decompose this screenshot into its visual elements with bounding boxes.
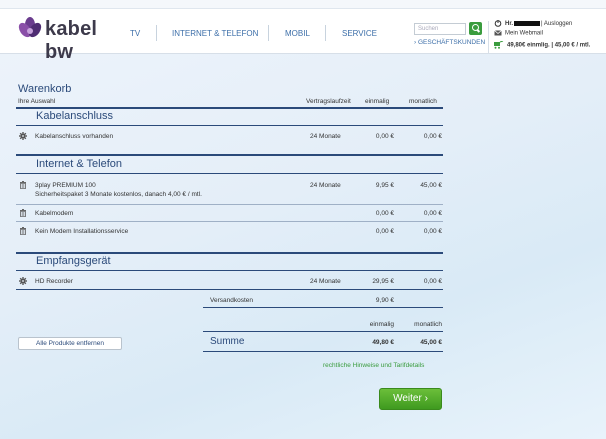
item-once: 0,00 € (375, 228, 394, 235)
logout-link[interactable]: | Ausloggen (541, 21, 572, 27)
item-name: Kabelanschluss vorhanden (35, 133, 114, 140)
top-strip (0, 0, 606, 9)
totals-monthly-header: monatlich (414, 321, 442, 328)
nav-mobil[interactable]: MOBIL (285, 29, 310, 38)
item-name: 3play PREMIUM 100 (35, 182, 96, 189)
item-name: HD Recorder (35, 278, 73, 285)
logout-icon (494, 20, 502, 27)
brand-logo[interactable]: kabel bw (18, 16, 128, 63)
legal-details-link[interactable]: rechtliche Hinweise und Tarifdetails (323, 362, 424, 369)
item-name: Kein Modem Installationsservice (35, 228, 129, 235)
section-bottom-rule (16, 289, 443, 290)
user-greeting-row: Hr. | Ausloggen (494, 20, 572, 27)
item-once: 9,95 € (375, 182, 394, 189)
next-button[interactable]: Weiter › (379, 388, 442, 410)
redacted-username (514, 21, 541, 26)
unitymedia-flower-icon (18, 17, 42, 38)
item-term: 24 Monate (310, 133, 341, 140)
webmail-row[interactable]: Mein Webmail (494, 30, 543, 37)
section-rule (16, 154, 443, 156)
section-underline (16, 125, 443, 126)
row-divider (16, 204, 443, 205)
totals-once-header: einmalig (369, 321, 394, 328)
trash-icon[interactable] (19, 209, 27, 217)
section-title-internet-telefon: Internet & Telefon (36, 158, 123, 170)
col-once-header: einmalig (365, 98, 390, 105)
col-monthly-header: monatlich (409, 98, 437, 105)
cart-subtitle: Ihre Auswahl (18, 98, 56, 105)
item-once: 0,00 € (375, 133, 394, 140)
section-rule (16, 252, 443, 254)
section-underline (16, 173, 443, 174)
trash-icon[interactable] (19, 227, 27, 235)
sum-label: Summe (210, 336, 245, 347)
item-term: 24 Monate (310, 182, 341, 189)
section-title-empfangsgeraet: Empfangsgerät (36, 255, 111, 267)
nav-tv[interactable]: TV (130, 29, 140, 38)
item-monthly: 0,00 € (423, 228, 442, 235)
totals-rule (203, 351, 443, 352)
site-header: kabel bw TV INTERNET & TELEFON MOBIL SER… (0, 9, 606, 63)
item-term: 24 Monate (310, 278, 341, 285)
trash-icon[interactable] (19, 181, 27, 189)
gear-icon (19, 132, 27, 140)
item-once: 29,95 € (372, 278, 394, 285)
row-divider (16, 221, 443, 222)
business-customers-link[interactable]: › GESCHÄFTSKUNDEN (414, 39, 485, 46)
shipping-once: 9,90 € (375, 297, 394, 304)
gear-icon (19, 277, 27, 285)
item-name: Kabelmodem (35, 210, 74, 217)
item-once: 0,00 € (375, 210, 394, 217)
cart-summary-row[interactable]: 49,80€ einmlig. | 45,00 € / mtl. (494, 41, 590, 49)
brand-name: kabel bw (45, 18, 98, 63)
item-detail: Sicherheitspaket 3 Monate kostenlos, dan… (35, 191, 202, 198)
cart-title: Warenkorb (18, 83, 72, 95)
search-icon[interactable] (469, 22, 482, 35)
nav-divider (268, 25, 269, 41)
header-divider (488, 21, 489, 53)
totals-rule (203, 307, 443, 308)
cart-summary-text: 49,80€ einmlig. | 45,00 € / mtl. (507, 42, 591, 49)
nav-divider (156, 25, 157, 41)
item-monthly: 45,00 € (420, 182, 442, 189)
shipping-label: Versandkosten (210, 297, 254, 304)
search-input[interactable]: Suchen (414, 23, 466, 35)
section-underline (16, 270, 443, 271)
item-monthly: 0,00 € (423, 133, 442, 140)
remove-all-button[interactable]: Alle Produkte entfernen (18, 337, 122, 350)
col-term-header: Vertragslaufzeit (306, 98, 351, 105)
nav-divider (325, 25, 326, 41)
item-monthly: 0,00 € (423, 278, 442, 285)
section-title-kabelanschluss: Kabelanschluss (36, 110, 114, 122)
webmail-link[interactable]: Mein Webmail (505, 31, 543, 37)
nav-service[interactable]: SERVICE (342, 29, 377, 38)
mail-icon (494, 30, 502, 36)
cart-icon (494, 41, 504, 49)
item-monthly: 0,00 € (423, 210, 442, 217)
sum-monthly: 45,00 € (420, 339, 442, 346)
section-rule (16, 107, 443, 109)
sum-once: 49,80 € (372, 339, 394, 346)
totals-rule (203, 331, 443, 332)
nav-internet[interactable]: INTERNET & TELEFON (172, 29, 258, 38)
user-salutation: Hr. (505, 21, 514, 28)
